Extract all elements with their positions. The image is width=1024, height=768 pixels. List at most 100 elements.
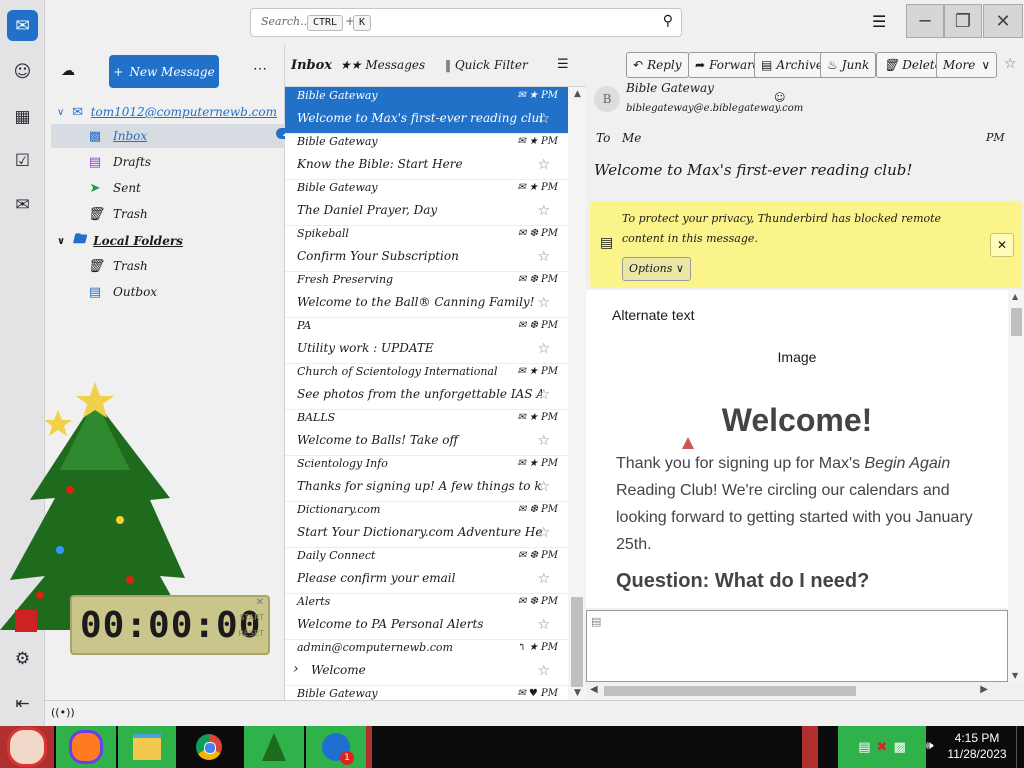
more-button[interactable]: More ∨	[936, 52, 998, 78]
scrollbar-thumb[interactable]	[571, 597, 583, 687]
star-icon[interactable]: ☆	[537, 663, 550, 679]
folder-sent[interactable]: ➤ Sent	[87, 176, 141, 200]
message-row[interactable]: Alerts Welcome to PA Personal Alerts ✉ ❆ P…	[285, 593, 568, 640]
account-row[interactable]: ∨ ✉ tom1012@computernewb.com	[57, 100, 277, 124]
message-row[interactable]: BALLS Welcome to Balls! Take off ✉ ★ PM ☆	[285, 409, 568, 456]
junk-button[interactable]: ♨ Junk	[820, 52, 877, 78]
star-icon[interactable]: ☆	[537, 341, 550, 357]
online-status-icon[interactable]: ((•))	[51, 706, 75, 719]
file-explorer-taskbar-item[interactable]	[118, 726, 176, 768]
calendar-icon[interactable]: ▦	[7, 101, 38, 132]
header-star-icon[interactable]: ☆	[1004, 56, 1017, 72]
start-button[interactable]	[0, 726, 54, 768]
show-hidden-icons[interactable]	[802, 726, 818, 768]
star-icon[interactable]: ☆	[537, 525, 550, 541]
star-icon[interactable]: ☆	[537, 157, 550, 173]
clock-reset-button[interactable]: RESET	[238, 629, 264, 638]
from-email[interactable]: biblegateway@e.biblegateway.com	[626, 103, 803, 114]
search-icon[interactable]: ⚲	[663, 13, 673, 29]
clock-date-label[interactable]: 11/28/2023	[946, 747, 1008, 761]
folder-pane-menu-icon[interactable]: ⋯	[253, 61, 267, 77]
minimize-button[interactable]: ─	[906, 4, 944, 38]
star-icon[interactable]: ☆	[537, 387, 550, 403]
star-icon[interactable]: ☆	[537, 203, 550, 219]
message-row[interactable]: Dictionary.com Start Your Dictionary.com …	[285, 501, 568, 548]
display-icon[interactable]: ▩	[893, 740, 905, 755]
local-folders-row[interactable]: ∨ 🖿 Local Folders	[57, 229, 183, 253]
folder-inbox[interactable]: ▩ Inbox ☁★	[51, 124, 313, 148]
chat-icon[interactable]: ✉	[7, 189, 38, 220]
message-row[interactable]: Fresh Preserving Welcome to the Ball® Can…	[285, 271, 568, 318]
tree-app-taskbar-item[interactable]	[244, 726, 304, 768]
message-row[interactable]: Spikeball Confirm Your Subscription ✉ ❆ PM…	[285, 225, 568, 272]
thunderbird-taskbar-item[interactable]: 1	[306, 726, 366, 768]
reply-button[interactable]: ↶ Reply	[626, 52, 689, 78]
firefox-taskbar-item[interactable]	[56, 726, 116, 768]
star-icon[interactable]: ☆	[537, 111, 550, 127]
message-row[interactable]: PA Utility work : UPDATE ✉ ❆ PM ☆	[285, 317, 568, 364]
broken-image-icon: ▤	[591, 615, 602, 628]
folder-local-trash[interactable]: 🗑 Trash	[87, 254, 148, 278]
app-menu-icon[interactable]: ☰	[872, 12, 886, 31]
search-input[interactable]: Search... CTRL + K ⚲	[250, 8, 682, 37]
thread-scrollbar[interactable]: ▲ ▼	[568, 87, 586, 700]
message-row[interactable]: Bible Gateway The Daniel Prayer, Day ✉ ★ P…	[285, 179, 568, 226]
thread-pane: Inbox ★★ Messages ‖ Quick Filter ☰ Bible…	[285, 45, 586, 732]
restore-button[interactable]: ❐	[944, 4, 982, 38]
star-icon[interactable]: ☆	[537, 295, 550, 311]
folder-trash[interactable]: 🗑 Trash	[87, 202, 148, 226]
new-message-button[interactable]: + New Message	[109, 55, 219, 88]
collapse-spaces-icon[interactable]: ⇤	[7, 688, 38, 719]
message-row[interactable]: Bible Gateway Welcome to Max's first-ever…	[285, 87, 568, 134]
star-icon[interactable]: ☆	[537, 571, 550, 587]
options-button[interactable]: Options ∨	[622, 257, 691, 281]
get-messages-icon[interactable]: ☁	[61, 63, 75, 79]
scroll-left-icon[interactable]: ◀	[590, 684, 598, 695]
network-icon[interactable]: ▤	[858, 740, 870, 755]
to-value[interactable]: Me	[622, 131, 641, 145]
security-alert-icon[interactable]: ✖	[877, 740, 888, 755]
scroll-up-icon[interactable]: ▲	[574, 89, 581, 99]
shortcut-k: K	[353, 15, 372, 31]
body-scrollbar[interactable]: ▲ ▼	[1008, 290, 1024, 682]
reply-label: Reply	[647, 58, 682, 72]
tasks-icon[interactable]: ☑	[7, 145, 38, 176]
scroll-down-icon[interactable]: ▼	[574, 688, 581, 698]
scrollbar-thumb[interactable]	[604, 686, 856, 696]
message-row[interactable]: Bible Gateway Know the Bible: Start Here ✉…	[285, 133, 568, 180]
archive-button[interactable]: ▤ Archive	[754, 52, 830, 78]
message-row[interactable]: Church of Scientology International See p…	[285, 363, 568, 410]
clock-start-button[interactable]: START	[239, 613, 264, 622]
scrollbar-thumb[interactable]	[1011, 308, 1022, 336]
image-placeholder: Image	[777, 349, 817, 365]
scroll-up-icon[interactable]: ▲	[1012, 292, 1018, 301]
star-icon[interactable]: ☆	[537, 433, 550, 449]
star-icon[interactable]: ☆	[537, 479, 550, 495]
mail-icon[interactable]: ✉	[7, 10, 38, 41]
chrome-taskbar-item[interactable]	[178, 726, 240, 768]
message-row[interactable]: Scientology Info Thanks for signing up! A…	[285, 455, 568, 502]
display-options-icon[interactable]: ☰	[557, 57, 569, 72]
scroll-down-icon[interactable]: ▼	[1012, 671, 1018, 680]
star-icon[interactable]: ☆	[537, 249, 550, 265]
horizontal-scrollbar[interactable]: ◀ ▶	[586, 682, 1008, 700]
scroll-right-icon[interactable]: ▶	[980, 684, 988, 695]
from-name[interactable]: Bible Gateway	[626, 81, 714, 95]
folder-outbox[interactable]: ▤ Outbox	[87, 280, 157, 304]
message-row[interactable]: admin@computernewb.com Welcome ↰ ★ PM ☆ ›	[285, 639, 568, 686]
address-book-icon[interactable]: ☺	[7, 56, 38, 87]
notice-close-button[interactable]: ✕	[990, 233, 1014, 257]
clock-close-icon[interactable]: ✕	[256, 597, 264, 608]
row-meta: ↰ ★ PM	[517, 642, 558, 653]
close-button[interactable]: ✕	[983, 4, 1023, 38]
show-desktop-button[interactable]	[1016, 726, 1024, 768]
volume-icon[interactable]: 🕪	[926, 738, 934, 753]
clock-time-label[interactable]: 4:15 PM	[946, 731, 1008, 745]
quick-filter-button[interactable]: ‖ Quick Filter	[445, 58, 528, 72]
thread-expand-icon[interactable]: ›	[293, 661, 299, 677]
settings-gear-icon[interactable]: ⚙	[7, 643, 38, 674]
trash-label: Trash	[113, 207, 148, 221]
message-row[interactable]: Daily Connect Please confirm your email ✉ …	[285, 547, 568, 594]
folder-drafts[interactable]: ▤ Drafts	[87, 150, 151, 174]
star-icon[interactable]: ☆	[537, 617, 550, 633]
